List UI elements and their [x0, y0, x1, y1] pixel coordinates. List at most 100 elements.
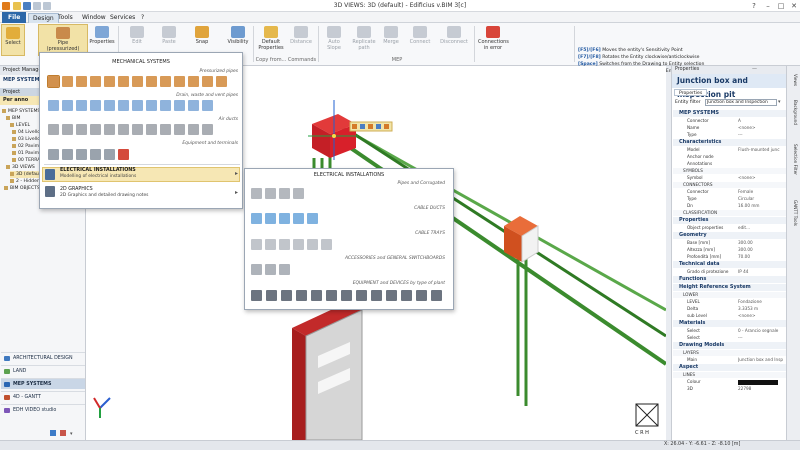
cable-tray-elbow-icon[interactable] [265, 239, 276, 250]
property-value[interactable]: 0 - Arancio segnale [738, 328, 786, 334]
switchboard[interactable] [292, 302, 363, 440]
boiler-icon[interactable] [62, 149, 73, 160]
tree-item[interactable]: MEP SYSTEMS [2, 108, 40, 115]
cable-duct-cross-icon[interactable] [293, 213, 304, 224]
property-subsection[interactable]: LINES [673, 372, 786, 378]
tree-item[interactable]: 04 Livello [12, 129, 40, 136]
property-value[interactable]: <none> [738, 313, 786, 319]
lightning-rod-icon[interactable] [401, 290, 412, 301]
cross-icon[interactable] [118, 76, 129, 87]
radiator-icon[interactable] [48, 149, 59, 160]
property-row[interactable]: Object properties edit... [673, 225, 786, 231]
auto-slope-button[interactable]: Auto Slope [322, 24, 346, 56]
property-value[interactable]: 22798 [738, 386, 786, 392]
property-section[interactable]: MEP SYSTEMS [673, 110, 786, 117]
sensor-icon[interactable] [356, 290, 367, 301]
info-icon[interactable] [60, 430, 66, 436]
duct-transition-icon[interactable] [76, 124, 87, 135]
trap-icon[interactable] [160, 100, 171, 111]
property-section[interactable]: Functions [673, 276, 786, 283]
union-icon[interactable] [202, 76, 213, 87]
switchboard-icon[interactable] [279, 264, 290, 275]
socket-icon[interactable] [266, 290, 277, 301]
drain-cap-icon[interactable] [146, 100, 157, 111]
junction-box-icon[interactable] [251, 264, 262, 275]
bend-icon[interactable] [76, 76, 87, 87]
drain-pipe-icon[interactable] [48, 100, 59, 111]
wye-icon[interactable] [104, 76, 115, 87]
tree-item[interactable]: 03 Livello [12, 136, 40, 143]
tab-window[interactable]: Window [78, 13, 110, 23]
property-subsection[interactable]: LOWER [673, 292, 786, 298]
conduit-icon[interactable] [251, 188, 262, 199]
property-row[interactable]: Annotations [673, 161, 786, 167]
fire-valve-icon[interactable] [118, 149, 129, 160]
property-row[interactable]: LEVEL Fondazione [673, 299, 786, 305]
tree-item[interactable]: BIM OBJECTS [4, 185, 40, 192]
property-value[interactable]: Junction box and Insp [738, 357, 786, 363]
tab-views[interactable]: Views [790, 74, 798, 86]
panel-icon[interactable] [265, 264, 276, 275]
module-item[interactable]: LAND [1, 365, 85, 376]
tree-item[interactable]: 2 - Hidden [10, 178, 40, 185]
property-row[interactable]: Base [mm] 300.00 [673, 240, 786, 246]
maximize-icon[interactable]: □ [775, 1, 787, 11]
property-subsection[interactable]: CONNECTORS [673, 182, 786, 188]
property-value[interactable]: 3.3353 m [738, 306, 786, 312]
cable-duct-end-icon[interactable] [307, 213, 318, 224]
property-row[interactable]: Connector A [673, 118, 786, 124]
valve-icon[interactable] [160, 76, 171, 87]
property-value[interactable]: --- [738, 335, 786, 341]
duct-reducer-icon[interactable] [132, 124, 143, 135]
sprinkler-icon[interactable] [104, 149, 115, 160]
property-value[interactable]: --- [738, 132, 786, 138]
monitor-icon[interactable] [296, 290, 307, 301]
tree-item[interactable]: BIM [6, 115, 20, 122]
antenna-icon[interactable] [281, 290, 292, 301]
conduit-bend-icon[interactable] [279, 188, 290, 199]
conduit-reducer-icon[interactable] [293, 188, 304, 199]
property-section[interactable]: Aspect [673, 364, 786, 371]
duct-bend-icon[interactable] [160, 124, 171, 135]
duct-flex-icon[interactable] [188, 124, 199, 135]
reducer-icon[interactable] [132, 76, 143, 87]
cable-duct-tee-icon[interactable] [279, 213, 290, 224]
detector-icon[interactable] [371, 290, 382, 301]
alarm-icon[interactable] [326, 290, 337, 301]
tab-gantt-tools[interactable]: GANTT Tools [790, 200, 798, 226]
tree-item[interactable]: 3D VIEWS [6, 164, 35, 171]
property-row[interactable]: Profondità [mm] 70.00 [673, 254, 786, 260]
property-row[interactable]: Type --- [673, 132, 786, 138]
property-section[interactable]: Materials [673, 320, 786, 327]
property-value[interactable]: 70.00 [738, 254, 786, 260]
pump-icon[interactable] [90, 149, 101, 160]
conduit-elbow-icon[interactable] [265, 188, 276, 199]
duct-grille-icon[interactable] [202, 124, 213, 135]
tab-file[interactable]: File [2, 12, 27, 23]
cable-tray-cross-icon[interactable] [293, 239, 304, 250]
entity-filter-select[interactable]: Junction box and Inspection [705, 99, 777, 106]
connect-button[interactable]: Connect [406, 24, 434, 56]
lighting-icon[interactable] [251, 290, 262, 301]
cable-tray-tee-icon[interactable] [279, 239, 290, 250]
duct-tee-icon[interactable] [90, 124, 101, 135]
meter-icon[interactable] [416, 290, 427, 301]
property-value[interactable]: 16.00 mm [738, 203, 786, 209]
cable-tray-riser-icon[interactable] [307, 239, 318, 250]
property-row[interactable]: Anchor node [673, 154, 786, 160]
duct-cap-icon[interactable] [146, 124, 157, 135]
pin-icon[interactable]: — [752, 66, 757, 72]
property-row[interactable]: Select 0 - Arancio segnale [673, 328, 786, 334]
view-cube-icon[interactable] [635, 403, 659, 427]
property-section[interactable]: Geometry [673, 232, 786, 239]
straight-pipe-icon[interactable] [47, 75, 60, 88]
fan-icon[interactable] [76, 149, 87, 160]
property-row[interactable]: 3D 22798 [673, 386, 786, 392]
property-value[interactable]: IP 44 [738, 269, 786, 275]
cap-icon[interactable] [146, 76, 157, 87]
duct-offset-icon[interactable] [104, 124, 115, 135]
distance-button[interactable]: Distance [288, 24, 314, 56]
cable-duct-icon[interactable] [251, 213, 262, 224]
property-row[interactable]: Type Circular [673, 196, 786, 202]
chevron-down-icon[interactable]: ▾ [70, 431, 73, 437]
